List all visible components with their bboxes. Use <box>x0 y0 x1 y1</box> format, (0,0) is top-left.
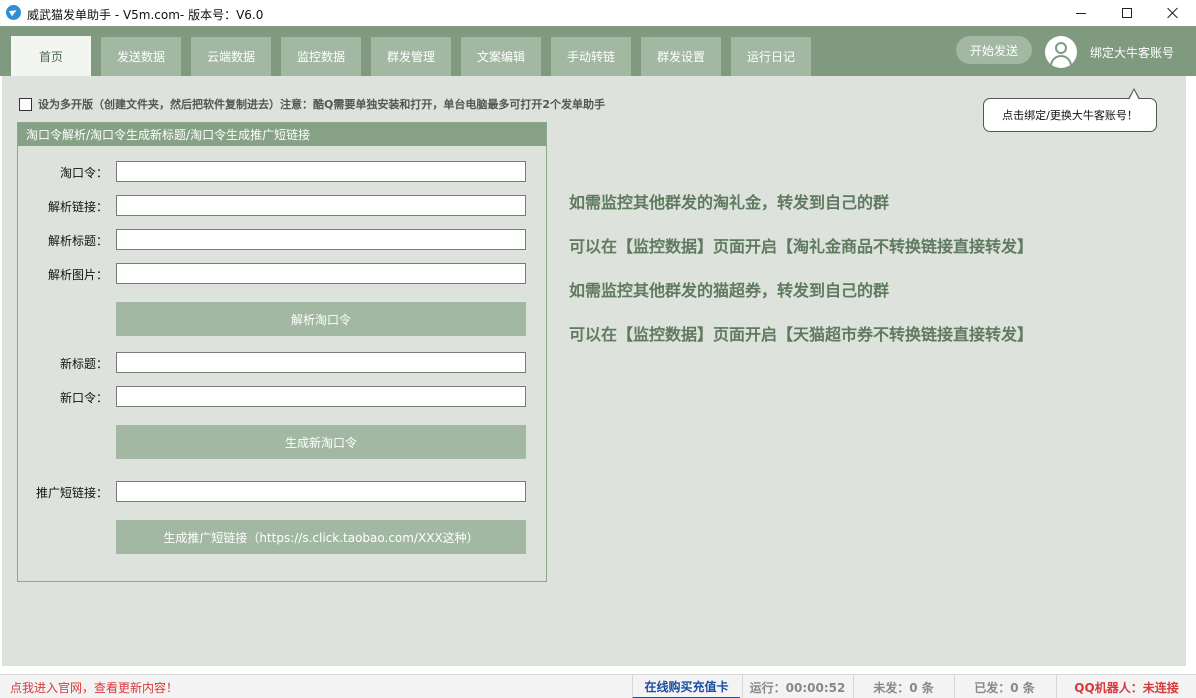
tkl-label: 淘口令： <box>59 166 108 180</box>
parse-tkl-button[interactable]: 解析淘口令 <box>116 302 526 336</box>
tab-group-settings[interactable]: 群发设置 <box>641 37 721 76</box>
tab-cloud-data[interactable]: 云端数据 <box>191 37 271 76</box>
new-tkl-label: 新口令： <box>59 391 108 405</box>
bind-account-tooltip: 点击绑定/更换大牛客账号！ <box>983 98 1157 132</box>
buy-card-link[interactable]: 在线购买充值卡 <box>632 675 740 698</box>
multi-open-option[interactable]: 设为多开版（创建文件夹，然后把软件复制进去）注意：酷Q需要单独安装和打开，单台电… <box>19 96 605 112</box>
status-bar: 点我进入官网，查看更新内容！ 在线购买充值卡 运行：00:00:52 未发：0 … <box>0 674 1196 698</box>
official-site-link[interactable]: 点我进入官网，查看更新内容！ <box>0 675 628 698</box>
parse-image-input[interactable] <box>116 263 526 284</box>
multi-open-label: 设为多开版（创建文件夹，然后把软件复制进去）注意：酷Q需要单独安装和打开，单台电… <box>38 98 606 111</box>
new-title-input[interactable] <box>116 352 526 373</box>
parse-link-input[interactable] <box>116 195 526 216</box>
tab-copy-edit[interactable]: 文案编辑 <box>461 37 541 76</box>
tab-run-log[interactable]: 运行日记 <box>731 37 811 76</box>
app-window: 威武猫发单助手 - V5m.com- 版本号：V6.0 首页 发送数据 云端数据… <box>0 0 1196 698</box>
multi-open-checkbox[interactable] <box>19 97 32 111</box>
short-link-label: 推广短链接： <box>35 486 108 500</box>
app-logo-icon <box>6 5 21 20</box>
generate-tkl-button[interactable]: 生成新淘口令 <box>116 425 526 459</box>
tkl-tools-panel: 淘口令解析/淘口令生成新标题/淘口令生成推广短链接 淘口令： 解析链接： 解析标… <box>17 122 547 582</box>
bind-account-link[interactable]: 绑定大牛客账号 <box>1090 44 1174 61</box>
tab-home[interactable]: 首页 <box>11 36 91 76</box>
qq-robot-status: QQ机器人：未连接 <box>1056 675 1196 698</box>
generate-short-link-button[interactable]: 生成推广短链接（https://s.click.taobao.com/XXX这种… <box>116 520 526 554</box>
parse-title-input[interactable] <box>116 229 526 250</box>
user-avatar-icon[interactable] <box>1045 36 1077 68</box>
unsent-count-status: 未发：0 条 <box>853 675 953 698</box>
tab-monitor-data[interactable]: 监控数据 <box>281 37 361 76</box>
maximize-icon <box>1122 8 1132 18</box>
minimize-button[interactable] <box>1058 0 1104 26</box>
minimize-icon <box>1076 12 1086 14</box>
tab-group-manage[interactable]: 群发管理 <box>371 37 451 76</box>
top-nav-bar: 首页 发送数据 云端数据 监控数据 群发管理 文案编辑 手动转链 群发设置 运行… <box>0 26 1196 76</box>
run-time-status: 运行：00:00:52 <box>742 675 852 698</box>
new-title-label: 新标题： <box>59 357 108 371</box>
window-title: 威武猫发单助手 - V5m.com- 版本号：V6.0 <box>27 8 264 22</box>
start-send-button[interactable]: 开始发送 <box>956 36 1032 64</box>
parse-link-label: 解析链接： <box>47 200 108 214</box>
tkl-input[interactable] <box>116 161 526 182</box>
home-panel: 设为多开版（创建文件夹，然后把软件复制进去）注意：酷Q需要单独安装和打开，单台电… <box>2 76 1186 666</box>
info-line: 可以在【监控数据】页面开启【淘礼金商品不转换链接直接转发】 <box>569 237 1034 256</box>
panel-title: 淘口令解析/淘口令生成新标题/淘口令生成推广短链接 <box>18 123 546 146</box>
tab-manual-convert[interactable]: 手动转链 <box>551 37 631 76</box>
close-button[interactable] <box>1150 0 1196 26</box>
info-line: 如需监控其他群发的淘礼金，转发到自己的群 <box>569 193 890 212</box>
tab-send-data[interactable]: 发送数据 <box>101 37 181 76</box>
info-line: 如需监控其他群发的猫超券，转发到自己的群 <box>569 281 890 300</box>
parse-image-label: 解析图片： <box>47 268 108 282</box>
close-icon <box>1167 7 1179 19</box>
short-link-input[interactable] <box>116 481 526 502</box>
info-line: 可以在【监控数据】页面开启【天猫超市券不转换链接直接转发】 <box>569 325 1034 344</box>
new-tkl-input[interactable] <box>116 386 526 407</box>
parse-title-label: 解析标题： <box>47 234 108 248</box>
maximize-button[interactable] <box>1104 0 1150 26</box>
title-bar: 威武猫发单助手 - V5m.com- 版本号：V6.0 <box>0 0 1196 26</box>
sent-count-status: 已发：0 条 <box>954 675 1054 698</box>
